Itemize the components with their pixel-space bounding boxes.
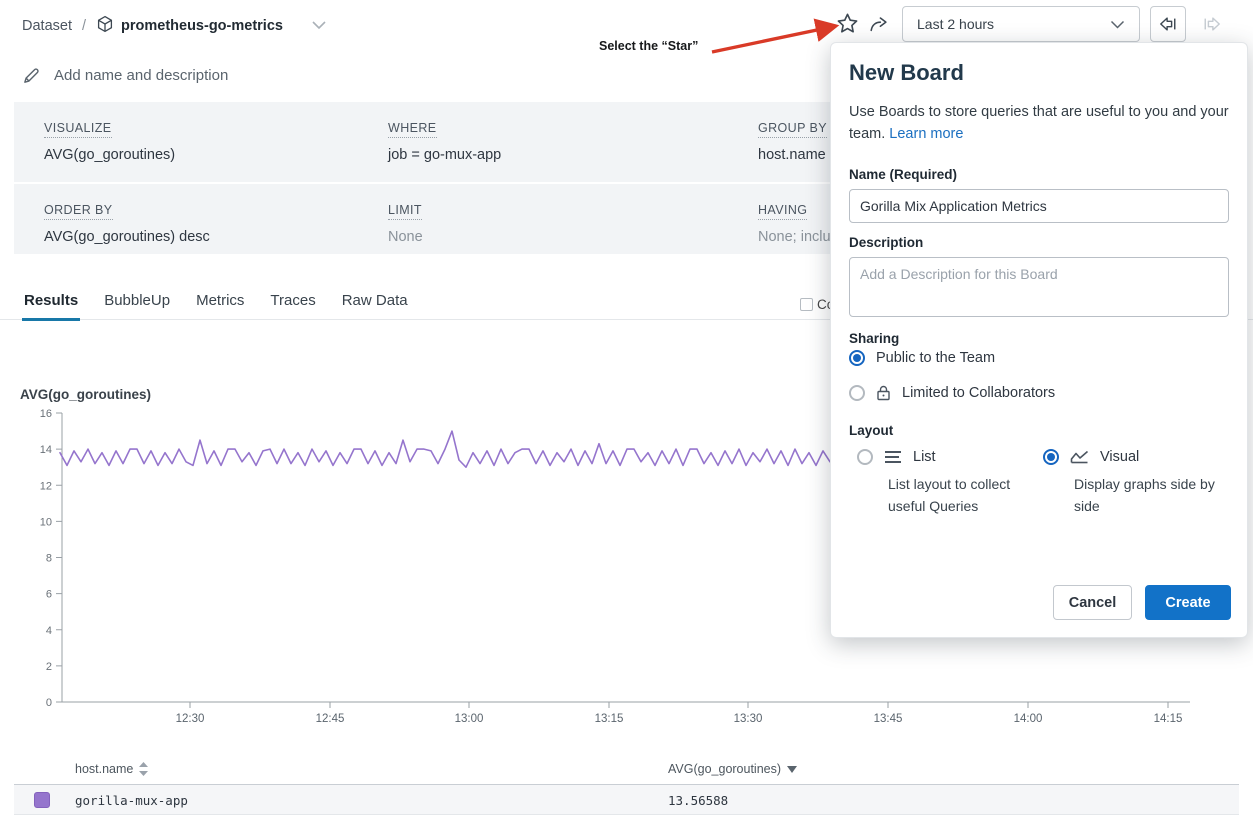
annotation-arrow (700, 16, 850, 58)
compare-checkbox[interactable] (800, 298, 813, 311)
layout-visual-description: Display graphs side by side (1074, 473, 1234, 517)
star-button[interactable] (836, 12, 859, 38)
dataset-chevron-down-icon[interactable] (311, 18, 327, 34)
cell-host-name: gorilla-mux-app (75, 793, 188, 808)
time-range-select[interactable]: Last 2 hours (902, 6, 1140, 42)
board-description-input[interactable] (849, 257, 1229, 317)
layout-option-visual[interactable]: Visual (1043, 449, 1139, 465)
svg-text:0: 0 (46, 697, 52, 709)
svg-text:14: 14 (40, 444, 52, 456)
pencil-icon (22, 66, 41, 85)
share-icon (868, 13, 890, 35)
time-range-chevron-down-icon (1110, 16, 1125, 32)
tab-traces[interactable]: Traces (270, 292, 315, 319)
tab-metrics[interactable]: Metrics (196, 292, 244, 319)
line-chart-icon (1070, 450, 1089, 464)
layout-section-label: Layout (849, 423, 893, 438)
svg-text:8: 8 (46, 553, 52, 565)
breadcrumb-dataset[interactable]: Dataset (22, 18, 72, 34)
tab-results[interactable]: Results (24, 292, 78, 319)
svg-text:12:30: 12:30 (176, 713, 205, 725)
radio-limited[interactable] (849, 385, 865, 401)
dataset-name: prometheus-go-metrics (121, 18, 283, 34)
query-clause-order-by[interactable]: ORDER BY AVG(go_goroutines) desc (44, 201, 210, 245)
svg-text:12: 12 (40, 480, 52, 492)
radio-public-selected[interactable] (849, 350, 865, 366)
svg-text:13:45: 13:45 (874, 713, 903, 725)
dataset-cube-icon (96, 15, 114, 37)
svg-text:2: 2 (46, 661, 52, 673)
list-icon (884, 450, 902, 464)
annotation-select-star: Select the “Star” (599, 39, 698, 53)
radio-layout-list[interactable] (857, 449, 873, 465)
tab-bubbleup[interactable]: BubbleUp (104, 292, 170, 319)
breadcrumb: Dataset / prometheus-go-metrics (22, 15, 327, 37)
modal-body-text: Use Boards to store queries that are use… (849, 101, 1233, 145)
learn-more-link[interactable]: Learn more (889, 126, 963, 142)
svg-text:14:00: 14:00 (1014, 713, 1043, 725)
star-icon (838, 14, 856, 31)
query-history-forward-button[interactable] (1197, 10, 1227, 38)
svg-text:12:45: 12:45 (316, 713, 345, 725)
lock-icon (876, 385, 891, 401)
query-clause-visualize[interactable]: VISUALIZE AVG(go_goroutines) (44, 119, 175, 163)
sharing-option-limited[interactable]: Limited to Collaborators (849, 385, 1055, 401)
sort-desc-icon (787, 766, 797, 773)
tab-raw-data[interactable]: Raw Data (342, 292, 408, 319)
breadcrumb-separator: / (82, 18, 86, 34)
share-button[interactable] (868, 13, 890, 38)
table-row[interactable]: gorilla-mux-app 13.56588 (14, 785, 1239, 815)
description-field-label: Description (849, 235, 923, 250)
svg-text:10: 10 (40, 516, 52, 528)
svg-text:4: 4 (46, 625, 52, 637)
query-clause-limit[interactable]: LIMIT None (388, 201, 423, 245)
table-header-host-name[interactable]: host.name (75, 762, 148, 776)
create-button[interactable]: Create (1145, 585, 1231, 620)
query-clause-where[interactable]: WHERE job = go-mux-app (388, 119, 501, 163)
query-history-back-button[interactable] (1150, 6, 1186, 42)
sort-both-icon (139, 762, 148, 776)
query-clause-group-by[interactable]: GROUP BY host.name (758, 119, 827, 163)
back-arrow-icon (1158, 15, 1178, 33)
sharing-section-label: Sharing (849, 331, 899, 346)
svg-text:16: 16 (40, 408, 52, 420)
new-board-modal: New Board Use Boards to store queries th… (830, 42, 1248, 638)
svg-text:13:00: 13:00 (455, 713, 484, 725)
query-clause-having[interactable]: HAVING None; inclu (758, 201, 831, 245)
forward-arrow-icon (1202, 15, 1222, 33)
series-color-swatch (34, 792, 50, 808)
layout-list-description: List layout to collect useful Queries (888, 473, 1048, 517)
dataset-selector[interactable]: prometheus-go-metrics (96, 15, 283, 37)
svg-text:14:15: 14:15 (1154, 713, 1183, 725)
time-range-value: Last 2 hours (917, 16, 994, 32)
sharing-option-public[interactable]: Public to the Team (849, 350, 995, 366)
layout-option-list[interactable]: List (857, 449, 936, 465)
modal-title: New Board (849, 60, 964, 86)
cancel-button[interactable]: Cancel (1053, 585, 1132, 620)
add-name-description-label: Add name and description (54, 67, 228, 84)
svg-text:13:30: 13:30 (734, 713, 763, 725)
radio-layout-visual-selected[interactable] (1043, 449, 1059, 465)
name-field-label: Name (Required) (849, 167, 957, 182)
svg-text:13:15: 13:15 (595, 713, 624, 725)
board-name-input[interactable] (849, 189, 1229, 223)
add-name-description[interactable]: Add name and description (22, 66, 228, 85)
svg-text:6: 6 (46, 589, 52, 601)
cell-avg-value: 13.56588 (668, 793, 728, 808)
table-header-avg-goroutines[interactable]: AVG(go_goroutines) (668, 762, 797, 776)
